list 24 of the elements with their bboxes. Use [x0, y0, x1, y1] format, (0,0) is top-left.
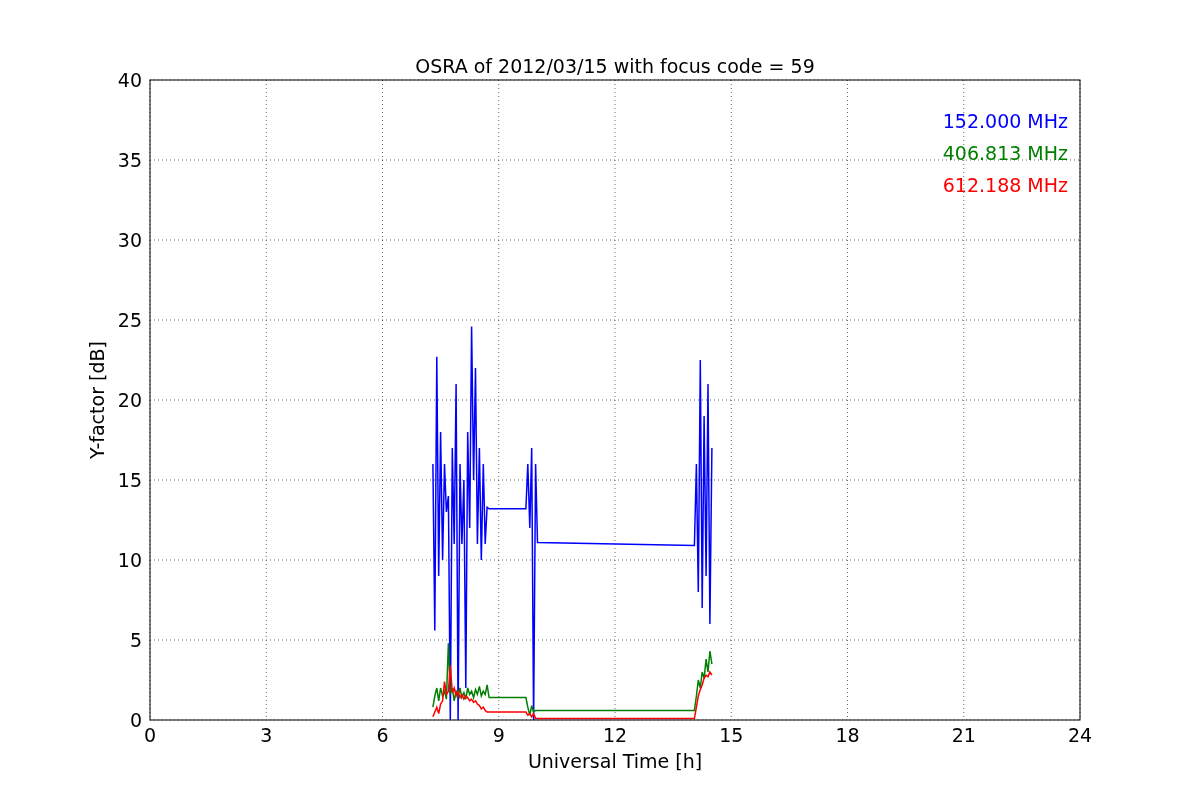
- tick-label: 3: [260, 724, 273, 746]
- tick-label: 21: [951, 724, 976, 746]
- tick-label: 9: [492, 724, 505, 746]
- legend-label: 152.000 MHz: [942, 110, 1068, 132]
- axis-label: Y-factor [dB]: [86, 341, 108, 459]
- legend-label: 612.188 MHz: [942, 174, 1068, 196]
- tick-label: 20: [117, 389, 142, 411]
- tick-label: 15: [117, 469, 142, 491]
- tick-label: 0: [129, 709, 142, 731]
- tick-label: 40: [117, 69, 142, 91]
- chart-title: OSRA of 2012/03/15 with focus code = 59: [415, 55, 815, 77]
- tick-label: 12: [602, 724, 628, 746]
- legend-label: 406.813 MHz: [942, 142, 1068, 164]
- tick-label: 30: [117, 229, 142, 251]
- tick-label: 10: [117, 549, 142, 571]
- tick-label: 0: [143, 724, 157, 746]
- tick-label: 15: [719, 724, 744, 746]
- tick-label: 6: [376, 724, 389, 746]
- axis-label: Universal Time [h]: [527, 750, 703, 772]
- tick-label: 24: [1067, 724, 1093, 746]
- tick-label: 18: [835, 724, 860, 746]
- tick-label: 5: [129, 629, 142, 651]
- tick-label: 25: [117, 309, 142, 331]
- tick-label: 35: [117, 149, 142, 171]
